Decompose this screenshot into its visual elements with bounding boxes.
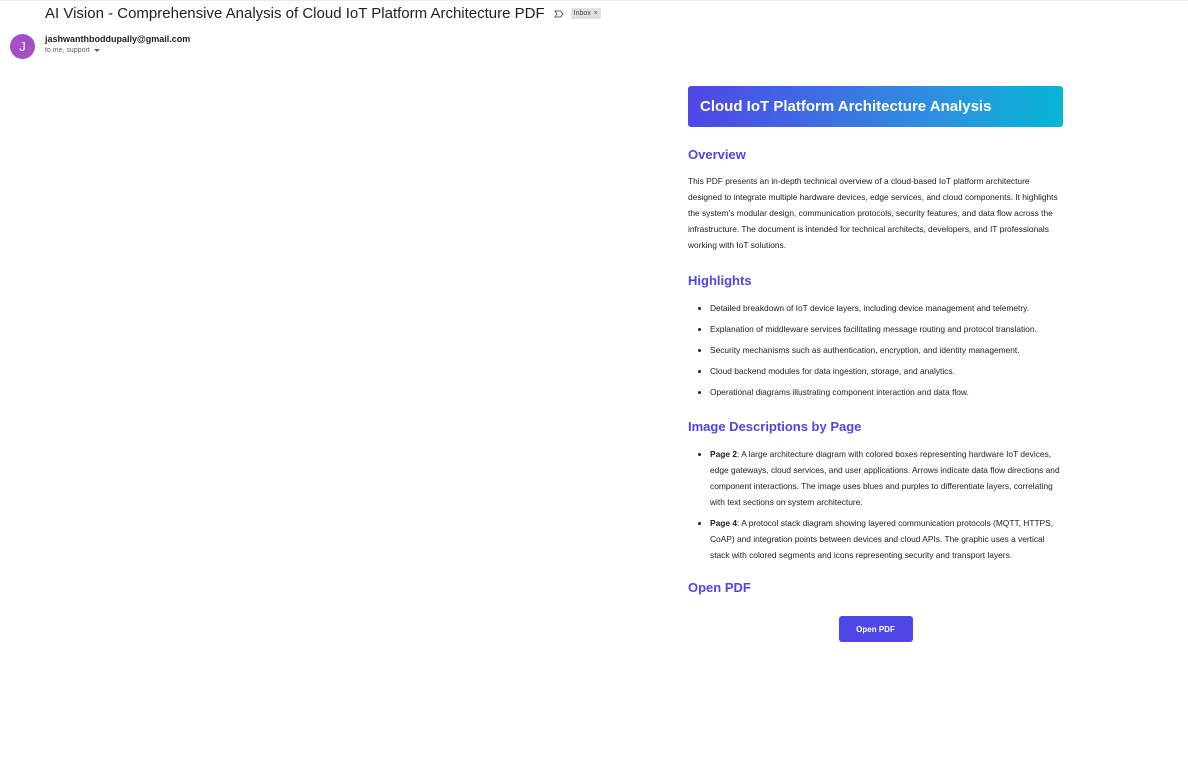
overview-heading: Overview bbox=[688, 147, 746, 162]
remove-label-icon[interactable]: × bbox=[594, 10, 598, 17]
email-body: Cloud IoT Platform Architecture Analysis… bbox=[688, 86, 1063, 642]
image-description-item: Page 4: A protocol stack diagram showing… bbox=[710, 515, 1063, 563]
highlights-heading: Highlights bbox=[688, 273, 752, 288]
image-description-item: Page 2: A large architecture diagram wit… bbox=[710, 446, 1063, 510]
open-pdf-button[interactable]: Open PDF bbox=[838, 616, 913, 642]
inbox-label-chip[interactable]: Inbox × bbox=[570, 7, 601, 19]
sender-avatar[interactable]: J bbox=[10, 34, 35, 59]
highlights-list: Detailed breakdown of IoT device layers,… bbox=[688, 300, 1063, 400]
highlight-item: Detailed breakdown of IoT device layers,… bbox=[710, 300, 1063, 316]
highlight-item: Operational diagrams illustrating compon… bbox=[710, 384, 1063, 400]
page-label: Page 4 bbox=[710, 518, 738, 528]
highlight-item: Explanation of middleware services facil… bbox=[710, 321, 1063, 337]
overview-text: This PDF presents an in-depth technical … bbox=[688, 176, 1058, 250]
email-subject: AI Vision - Comprehensive Analysis of Cl… bbox=[45, 4, 545, 22]
page-label: Page 2 bbox=[710, 449, 738, 459]
highlight-item: Security mechanisms such as authenticati… bbox=[710, 342, 1063, 358]
inbox-label-text: Inbox bbox=[573, 9, 591, 17]
highlight-item: Cloud backend modules for data ingestion… bbox=[710, 363, 1063, 379]
image-description-text: : A protocol stack diagram showing layer… bbox=[710, 518, 1054, 560]
top-divider bbox=[0, 0, 1188, 1]
sender-email[interactable]: jashwanthboddupally@gmail.com bbox=[45, 34, 190, 44]
image-description-text: : A large architecture diagram with colo… bbox=[710, 449, 1060, 507]
image-descriptions-heading: Image Descriptions by Page bbox=[688, 419, 862, 434]
recipients-toggle[interactable]: to me, support bbox=[45, 47, 100, 54]
open-pdf-heading: Open PDF bbox=[688, 580, 751, 595]
banner-title: Cloud IoT Platform Architecture Analysis bbox=[700, 98, 992, 115]
label-important-icon[interactable] bbox=[553, 7, 565, 19]
recipients-text: to me, support bbox=[45, 47, 90, 54]
chevron-down-icon[interactable] bbox=[93, 49, 100, 52]
image-descriptions-list: Page 2: A large architecture diagram wit… bbox=[688, 446, 1063, 563]
subject-row: AI Vision - Comprehensive Analysis of Cl… bbox=[45, 3, 601, 23]
report-banner: Cloud IoT Platform Architecture Analysis bbox=[688, 86, 1063, 127]
open-pdf-button-wrap: Open PDF bbox=[688, 616, 1063, 642]
